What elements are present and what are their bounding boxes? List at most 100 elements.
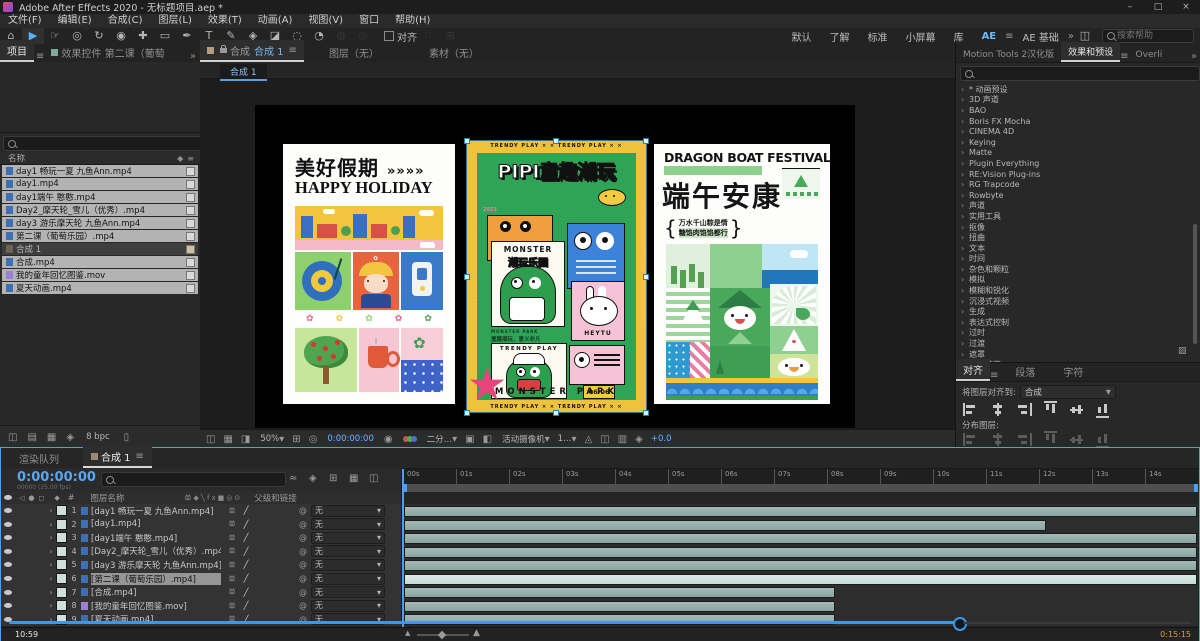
project-item[interactable]: 夏天动画.mp4 (2, 282, 198, 294)
new-composition-icon[interactable]: ▦ (47, 432, 56, 443)
expand-arrow-icon[interactable]: › (46, 547, 56, 556)
menu-item[interactable]: 图层(L) (150, 14, 199, 28)
project-item[interactable]: day1 畅玩一夏 九鱼Ann.mp4 (2, 165, 198, 177)
effect-category[interactable]: ›扭曲 (956, 232, 1194, 243)
timeline-layer-row[interactable]: ›6[第二课（葡萄乐园）.mp4]单╱@无▾ (1, 572, 401, 587)
collapse-switch[interactable]: 单 (225, 560, 239, 570)
layer-color-swatch[interactable] (56, 532, 67, 543)
work-area-bar[interactable] (403, 484, 1198, 492)
region-of-interest-icon[interactable]: ▣ (465, 434, 474, 445)
chevron-down-icon[interactable]: ▾ (279, 434, 284, 445)
expand-arrow-icon[interactable]: › (46, 601, 56, 610)
parent-column-header[interactable]: 父级和链接 (254, 492, 297, 504)
quality-switch[interactable]: ╱ (239, 520, 253, 529)
exposure-value[interactable]: +0.0 (651, 434, 672, 444)
parent-pickwhip-icon[interactable]: @ (299, 588, 311, 597)
parent-dropdown[interactable]: 无▾ (311, 518, 385, 530)
selection-handle[interactable] (464, 410, 470, 416)
expand-arrow-icon[interactable]: › (961, 307, 969, 316)
collapse-switch[interactable]: 单 (225, 601, 239, 611)
timeline-layer-row[interactable]: ›3[day1端午 憨憨.mp4]单╱@无▾ (1, 531, 401, 546)
tab-align[interactable]: 对齐 (956, 359, 990, 381)
tab-overflow-icon[interactable]: » (1191, 51, 1197, 62)
motion-blur-icon[interactable]: ◫ (369, 473, 378, 484)
tab-paragraph[interactable]: 段落 (1008, 361, 1042, 381)
effect-category[interactable]: ›文本 (956, 243, 1194, 254)
expand-arrow-icon[interactable]: › (961, 339, 969, 348)
layer-duration-bar[interactable] (404, 547, 1197, 558)
project-search-box[interactable] (3, 136, 193, 149)
tab-motion-tools[interactable]: Motion Tools 2汉化版 (956, 44, 1061, 62)
item-tag-checkbox[interactable] (186, 284, 195, 293)
layer-name-column-header[interactable]: 图层名称 (90, 492, 124, 504)
tab-overlord[interactable]: Overli (1129, 47, 1170, 62)
expand-arrow-icon[interactable]: › (961, 233, 969, 242)
visibility-eye-icon[interactable] (4, 549, 12, 554)
effect-category[interactable]: ›BAO (956, 105, 1194, 116)
tab-timeline-comp[interactable]: 合成 1 ≡ (83, 446, 152, 468)
project-item[interactable]: day1.mp4 (2, 178, 198, 190)
tab-overflow-icon[interactable]: » (190, 51, 196, 62)
project-item[interactable]: 合成 1 (2, 243, 198, 255)
timeline-layer-row[interactable]: ›8[我的童年回忆图鉴.mov]单╱@无▾ (1, 599, 401, 614)
layer-color-swatch[interactable] (56, 559, 67, 570)
layer-duration-bar[interactable] (404, 601, 835, 612)
distribute-top-button[interactable] (1044, 431, 1057, 448)
align-to-dropdown[interactable]: 合成 ▾ (1020, 385, 1116, 399)
item-tag-checkbox[interactable] (186, 206, 195, 215)
effect-category[interactable]: ›沉浸式视频 (956, 296, 1194, 307)
expand-arrow-icon[interactable]: › (961, 265, 969, 274)
video-progress-bar[interactable] (9, 621, 959, 624)
menu-item[interactable]: 合成(C) (100, 14, 151, 28)
hide-shy-layers-icon[interactable]: ⊞ (329, 473, 337, 484)
layer-duration-bar[interactable] (404, 560, 1197, 571)
new-folder-icon[interactable]: ▤ (27, 432, 36, 443)
expand-arrow-icon[interactable]: › (961, 170, 969, 179)
effects-search-box[interactable] (960, 66, 1190, 79)
align-left-button[interactable] (963, 403, 980, 416)
effect-category[interactable]: ›时间 (956, 254, 1194, 265)
parent-pickwhip-icon[interactable]: @ (299, 533, 311, 542)
expand-arrow-icon[interactable]: › (46, 506, 56, 515)
selection-handle[interactable] (464, 138, 470, 144)
layer-duration-bar[interactable] (404, 520, 1046, 531)
timeline-layer-row[interactable]: ›7[合成.mp4]单╱@无▾ (1, 585, 401, 600)
workspace-button[interactable]: 库 (954, 29, 964, 44)
effect-category[interactable]: ›遮罩 (956, 349, 1194, 360)
effect-category[interactable]: ›RG Trapcode (956, 179, 1194, 190)
comment-column-icon[interactable]: ≡ (187, 154, 194, 163)
poster-dragon-boat[interactable]: DRAGON BOAT FESTIVAL 端午安康 { 万水千山粽是情 糖馅肉馅… (654, 144, 830, 404)
project-item[interactable]: Day2_摩天轮_雪儿（优秀）.mp4 (2, 204, 198, 216)
panel-menu-icon[interactable]: ≡ (36, 51, 44, 62)
timeline-zoom-slider[interactable] (417, 634, 469, 636)
switches-column-header[interactable]: 单◆╲fx■◎⊙ (184, 493, 242, 503)
menu-item[interactable]: 视图(V) (300, 14, 351, 28)
breadcrumb[interactable]: 合成 1 (220, 64, 267, 81)
layer-duration-bar[interactable] (404, 587, 835, 598)
collapse-switch[interactable]: 单 (225, 506, 239, 516)
trash-icon[interactable]: ▯ (124, 432, 130, 443)
parent-dropdown[interactable]: 无▾ (311, 600, 385, 612)
resolution-value[interactable]: 二分… (427, 433, 453, 445)
effect-category[interactable]: ›模拟 (956, 275, 1194, 286)
align-bottom-button[interactable] (1096, 401, 1109, 418)
parent-pickwhip-icon[interactable]: @ (299, 574, 311, 583)
effect-category[interactable]: ›Matte (956, 148, 1194, 159)
parent-dropdown[interactable]: 无▾ (311, 532, 385, 544)
expand-arrow-icon[interactable]: › (46, 574, 56, 583)
effect-category[interactable]: ›过时 (956, 328, 1194, 339)
project-item[interactable]: day3 游乐摩天轮 九鱼Ann.mp4 (2, 217, 198, 229)
poster-pipi-trendy-play[interactable]: TRENDY PLAY × × TRENDY PLAY × × TRENDY P… (467, 141, 646, 412)
interpret-footage-icon[interactable]: ◫ (8, 432, 17, 443)
name-column-header[interactable]: 名称 (8, 152, 25, 164)
workspace-button[interactable]: 标准 (868, 29, 888, 44)
mask-visibility-icon[interactable]: ◎ (309, 434, 318, 445)
maximize-button[interactable]: □ (1144, 0, 1172, 14)
pixel-aspect-icon[interactable]: ◬ (585, 434, 593, 445)
effect-category[interactable]: ›Rowbyte (956, 190, 1194, 201)
expand-arrow-icon[interactable]: › (46, 533, 56, 542)
align-right-button[interactable] (1015, 403, 1032, 416)
expand-arrow-icon[interactable]: › (961, 275, 969, 284)
project-item[interactable]: 我的童年回忆图鉴.mov (2, 269, 198, 281)
layer-color-swatch[interactable] (56, 505, 67, 516)
